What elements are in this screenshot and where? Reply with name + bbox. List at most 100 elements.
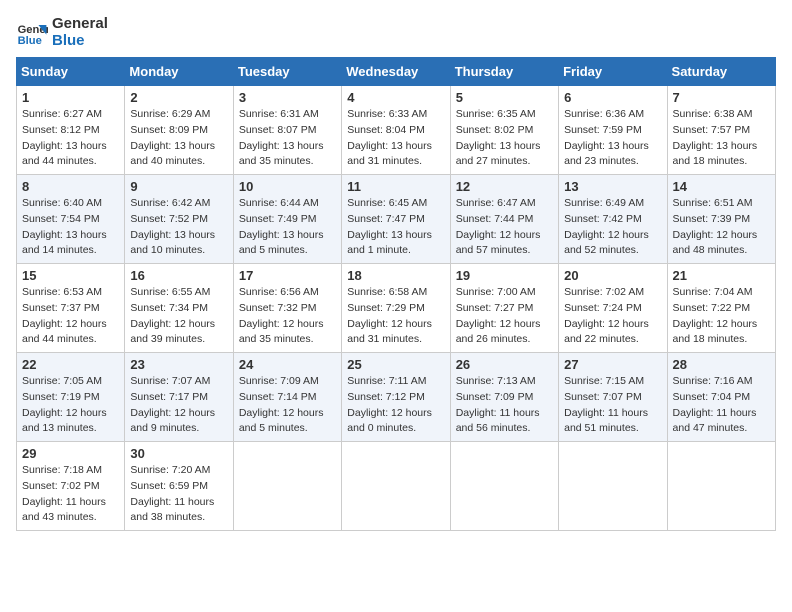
weekday-header-monday: Monday: [125, 58, 233, 86]
daylight-label: Daylight: 12 hours and 44 minutes.: [22, 318, 107, 346]
day-info: Sunrise: 7:20 AM Sunset: 6:59 PM Dayligh…: [130, 463, 227, 526]
sunrise-label: Sunrise: 6:53 AM: [22, 286, 102, 298]
day-number: 21: [673, 268, 770, 283]
daylight-label: Daylight: 12 hours and 48 minutes.: [673, 229, 758, 257]
sunrise-label: Sunrise: 6:35 AM: [456, 108, 536, 120]
sunset-label: Sunset: 7:37 PM: [22, 302, 100, 314]
day-number: 20: [564, 268, 661, 283]
daylight-label: Daylight: 13 hours and 31 minutes.: [347, 140, 432, 168]
calendar-cell: 12 Sunrise: 6:47 AM Sunset: 7:44 PM Dayl…: [450, 175, 558, 264]
sunset-label: Sunset: 7:32 PM: [239, 302, 317, 314]
sunrise-label: Sunrise: 7:11 AM: [347, 375, 426, 387]
day-number: 14: [673, 179, 770, 194]
sunrise-label: Sunrise: 7:16 AM: [673, 375, 753, 387]
sunset-label: Sunset: 7:24 PM: [564, 302, 642, 314]
day-info: Sunrise: 7:15 AM Sunset: 7:07 PM Dayligh…: [564, 374, 661, 437]
day-info: Sunrise: 7:09 AM Sunset: 7:14 PM Dayligh…: [239, 374, 336, 437]
day-info: Sunrise: 6:44 AM Sunset: 7:49 PM Dayligh…: [239, 196, 336, 259]
daylight-label: Daylight: 13 hours and 18 minutes.: [673, 140, 758, 168]
sunrise-label: Sunrise: 6:33 AM: [347, 108, 427, 120]
day-number: 1: [22, 90, 119, 105]
sunrise-label: Sunrise: 6:51 AM: [673, 197, 753, 209]
sunset-label: Sunset: 6:59 PM: [130, 480, 208, 492]
day-info: Sunrise: 6:35 AM Sunset: 8:02 PM Dayligh…: [456, 107, 553, 170]
day-number: 27: [564, 357, 661, 372]
sunset-label: Sunset: 7:22 PM: [673, 302, 751, 314]
calendar-cell: 10 Sunrise: 6:44 AM Sunset: 7:49 PM Dayl…: [233, 175, 341, 264]
calendar-cell: 7 Sunrise: 6:38 AM Sunset: 7:57 PM Dayli…: [667, 86, 775, 175]
sunset-label: Sunset: 7:44 PM: [456, 213, 534, 225]
sunset-label: Sunset: 7:09 PM: [456, 391, 534, 403]
day-number: 29: [22, 446, 119, 461]
sunrise-label: Sunrise: 6:45 AM: [347, 197, 427, 209]
sunrise-label: Sunrise: 6:42 AM: [130, 197, 210, 209]
sunrise-label: Sunrise: 6:56 AM: [239, 286, 319, 298]
sunset-label: Sunset: 8:04 PM: [347, 124, 425, 136]
sunset-label: Sunset: 7:07 PM: [564, 391, 642, 403]
day-info: Sunrise: 6:47 AM Sunset: 7:44 PM Dayligh…: [456, 196, 553, 259]
calendar-cell: 25 Sunrise: 7:11 AM Sunset: 7:12 PM Dayl…: [342, 353, 450, 442]
sunrise-label: Sunrise: 7:09 AM: [239, 375, 319, 387]
sunrise-label: Sunrise: 6:31 AM: [239, 108, 319, 120]
daylight-label: Daylight: 13 hours and 5 minutes.: [239, 229, 324, 257]
sunset-label: Sunset: 7:02 PM: [22, 480, 100, 492]
sunrise-label: Sunrise: 6:49 AM: [564, 197, 644, 209]
daylight-label: Daylight: 11 hours and 43 minutes.: [22, 496, 106, 524]
sunset-label: Sunset: 7:39 PM: [673, 213, 751, 225]
daylight-label: Daylight: 13 hours and 1 minute.: [347, 229, 432, 257]
calendar-cell: 6 Sunrise: 6:36 AM Sunset: 7:59 PM Dayli…: [559, 86, 667, 175]
daylight-label: Daylight: 11 hours and 51 minutes.: [564, 407, 648, 435]
sunset-label: Sunset: 7:19 PM: [22, 391, 100, 403]
calendar-cell: [667, 442, 775, 531]
day-info: Sunrise: 6:45 AM Sunset: 7:47 PM Dayligh…: [347, 196, 444, 259]
day-info: Sunrise: 6:58 AM Sunset: 7:29 PM Dayligh…: [347, 285, 444, 348]
day-number: 10: [239, 179, 336, 194]
day-number: 22: [22, 357, 119, 372]
calendar-cell: 20 Sunrise: 7:02 AM Sunset: 7:24 PM Dayl…: [559, 264, 667, 353]
page-header: General Blue General Blue: [16, 16, 776, 49]
daylight-label: Daylight: 13 hours and 23 minutes.: [564, 140, 649, 168]
calendar-cell: 11 Sunrise: 6:45 AM Sunset: 7:47 PM Dayl…: [342, 175, 450, 264]
sunrise-label: Sunrise: 6:44 AM: [239, 197, 319, 209]
sunrise-label: Sunrise: 6:38 AM: [673, 108, 753, 120]
sunset-label: Sunset: 8:12 PM: [22, 124, 100, 136]
day-info: Sunrise: 6:56 AM Sunset: 7:32 PM Dayligh…: [239, 285, 336, 348]
sunset-label: Sunset: 7:14 PM: [239, 391, 317, 403]
sunrise-label: Sunrise: 6:27 AM: [22, 108, 102, 120]
calendar-cell: 1 Sunrise: 6:27 AM Sunset: 8:12 PM Dayli…: [17, 86, 125, 175]
day-number: 25: [347, 357, 444, 372]
weekday-header-friday: Friday: [559, 58, 667, 86]
sunset-label: Sunset: 7:12 PM: [347, 391, 425, 403]
day-number: 4: [347, 90, 444, 105]
daylight-label: Daylight: 12 hours and 5 minutes.: [239, 407, 324, 435]
day-number: 5: [456, 90, 553, 105]
day-info: Sunrise: 7:16 AM Sunset: 7:04 PM Dayligh…: [673, 374, 770, 437]
calendar-cell: 3 Sunrise: 6:31 AM Sunset: 8:07 PM Dayli…: [233, 86, 341, 175]
daylight-label: Daylight: 13 hours and 27 minutes.: [456, 140, 541, 168]
day-info: Sunrise: 6:49 AM Sunset: 7:42 PM Dayligh…: [564, 196, 661, 259]
calendar-cell: 2 Sunrise: 6:29 AM Sunset: 8:09 PM Dayli…: [125, 86, 233, 175]
day-info: Sunrise: 6:40 AM Sunset: 7:54 PM Dayligh…: [22, 196, 119, 259]
day-info: Sunrise: 6:33 AM Sunset: 8:04 PM Dayligh…: [347, 107, 444, 170]
calendar-cell: 19 Sunrise: 7:00 AM Sunset: 7:27 PM Dayl…: [450, 264, 558, 353]
daylight-label: Daylight: 12 hours and 22 minutes.: [564, 318, 649, 346]
calendar-cell: 23 Sunrise: 7:07 AM Sunset: 7:17 PM Dayl…: [125, 353, 233, 442]
calendar-cell: 16 Sunrise: 6:55 AM Sunset: 7:34 PM Dayl…: [125, 264, 233, 353]
day-info: Sunrise: 6:53 AM Sunset: 7:37 PM Dayligh…: [22, 285, 119, 348]
calendar-cell: 14 Sunrise: 6:51 AM Sunset: 7:39 PM Dayl…: [667, 175, 775, 264]
sunrise-label: Sunrise: 6:29 AM: [130, 108, 210, 120]
day-number: 19: [456, 268, 553, 283]
logo-line2: Blue: [52, 33, 108, 50]
sunrise-label: Sunrise: 6:40 AM: [22, 197, 102, 209]
daylight-label: Daylight: 12 hours and 57 minutes.: [456, 229, 541, 257]
calendar-cell: [342, 442, 450, 531]
calendar-cell: 5 Sunrise: 6:35 AM Sunset: 8:02 PM Dayli…: [450, 86, 558, 175]
sunset-label: Sunset: 7:04 PM: [673, 391, 751, 403]
daylight-label: Daylight: 12 hours and 13 minutes.: [22, 407, 107, 435]
svg-text:Blue: Blue: [18, 35, 42, 47]
sunrise-label: Sunrise: 6:55 AM: [130, 286, 210, 298]
weekday-header-row: SundayMondayTuesdayWednesdayThursdayFrid…: [17, 58, 776, 86]
sunrise-label: Sunrise: 6:58 AM: [347, 286, 427, 298]
sunset-label: Sunset: 8:09 PM: [130, 124, 208, 136]
daylight-label: Daylight: 11 hours and 47 minutes.: [673, 407, 757, 435]
